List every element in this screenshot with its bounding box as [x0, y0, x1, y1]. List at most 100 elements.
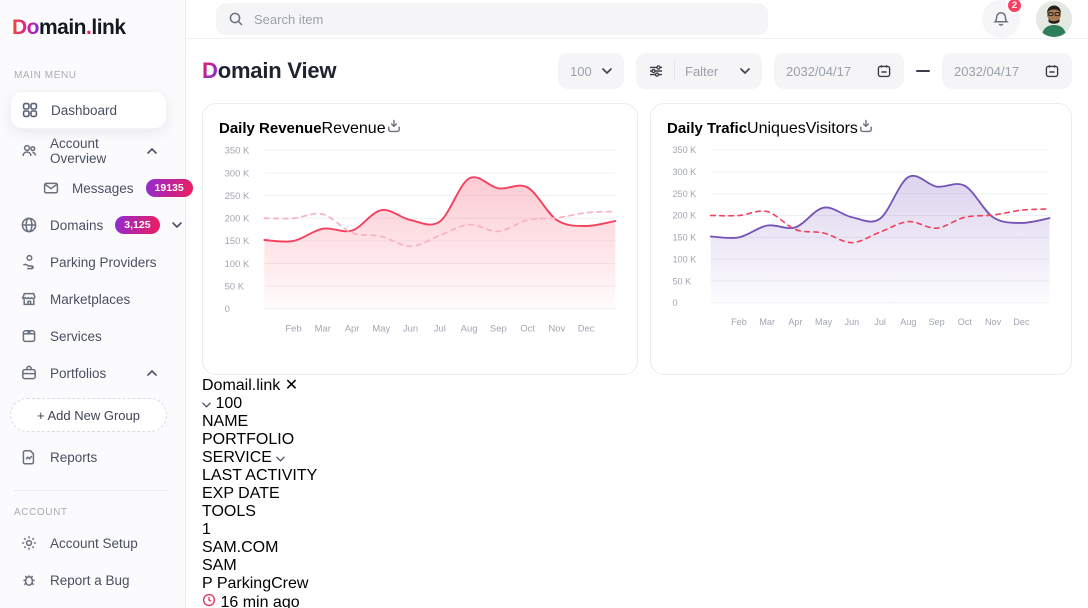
svg-text:Feb: Feb: [285, 322, 301, 333]
user-avatar[interactable]: [1036, 1, 1072, 37]
svg-text:100 K: 100 K: [672, 254, 696, 264]
storefront-icon: [20, 290, 38, 308]
page-title-accent: D: [202, 58, 218, 83]
svg-text:Oct: Oct: [520, 322, 535, 333]
svg-text:Nov: Nov: [548, 322, 565, 333]
svg-text:Aug: Aug: [461, 322, 478, 333]
table-row[interactable]: 1 SAM.COM SAM P ParkingCrew 16 min ago O…: [202, 521, 1072, 608]
filter-chip[interactable]: Domail.link ✕: [202, 375, 1072, 395]
notification-count-badge: 2: [1006, 0, 1023, 14]
sidebar-item-label: Account Overview: [50, 136, 135, 166]
svg-text:Sep: Sep: [929, 317, 945, 327]
chevron-down-icon: [172, 222, 182, 228]
bell-icon: [992, 10, 1010, 28]
sidebar-item-reports[interactable]: Reports: [10, 442, 167, 472]
chart-legend: UniquesVisitors: [747, 120, 858, 138]
sidebar-item-services[interactable]: Services: [10, 321, 167, 351]
sidebar-divider: [14, 490, 169, 491]
sidebar-item-label: Account Setup: [50, 536, 138, 551]
download-button[interactable]: [858, 118, 874, 139]
sidebar-item-messages[interactable]: Messages 19135: [32, 173, 167, 203]
topbar: 2: [186, 0, 1088, 39]
page-head: Domain View 100 Falter: [202, 53, 1072, 89]
chevron-down-icon: [276, 456, 285, 462]
topbar-actions: 2: [982, 0, 1072, 38]
page-size-select[interactable]: 100: [558, 53, 624, 89]
add-new-group-button[interactable]: + Add New Group: [10, 398, 167, 432]
search-input[interactable]: [254, 12, 756, 27]
svg-text:150 K: 150 K: [225, 235, 250, 246]
sidebar-item-label: Services: [50, 329, 102, 344]
svg-text:Apr: Apr: [345, 322, 360, 333]
logo-mid: main: [39, 16, 86, 39]
sidebar-item-domains[interactable]: Domains 3,125: [10, 210, 167, 240]
chevron-down-icon: [602, 68, 612, 74]
col-service-label: SERVICE: [202, 449, 272, 466]
date-from-picker[interactable]: 2032/04/17: [774, 53, 904, 89]
col-service[interactable]: SERVICE: [202, 449, 1072, 467]
col-last-activity[interactable]: LAST ACTIVITY: [202, 467, 1072, 485]
sidebar-item-label: Reports: [50, 450, 97, 465]
download-button[interactable]: [386, 118, 402, 139]
page-title-rest: omain View: [218, 58, 337, 83]
sidebar-item-report-bug[interactable]: Report a Bug: [10, 565, 167, 595]
sidebar-item-label: Marketplaces: [50, 292, 130, 307]
date-from-value: 2032/04/17: [786, 64, 851, 79]
charts-row: Daily Revenue Revenue 350 K300 K250 K200…: [202, 103, 1072, 375]
service-name: ParkingCrew: [217, 575, 309, 592]
legend-item: Revenue: [322, 120, 386, 137]
service-initial-badge: P: [202, 575, 212, 592]
svg-text:350 K: 350 K: [672, 145, 696, 155]
table-header: 100 NAME PORTFOLIO SERVICE LAST ACTIVITY…: [202, 395, 1072, 521]
search-icon: [228, 11, 244, 27]
svg-text:Oct: Oct: [958, 317, 973, 327]
svg-text:Apr: Apr: [788, 317, 802, 327]
sidebar-item-portfolios[interactable]: Portfolios: [10, 358, 167, 388]
row-number: 1: [202, 521, 1072, 539]
sidebar-item-dashboard[interactable]: Dashboard: [10, 91, 167, 129]
globe-icon: [20, 216, 38, 234]
svg-text:Jun: Jun: [403, 322, 418, 333]
svg-text:50 K: 50 K: [672, 276, 691, 286]
col-name[interactable]: NAME: [202, 413, 1072, 431]
divider: [674, 61, 675, 81]
legend-item: Visitors: [806, 120, 858, 137]
box-icon: [20, 327, 38, 345]
svg-text:100 K: 100 K: [225, 258, 250, 269]
brand-logo[interactable]: Domain.link: [0, 16, 185, 40]
sidebar-item-parking-providers[interactable]: Parking Providers: [10, 247, 167, 277]
sidebar-item-label: Dashboard: [51, 103, 117, 118]
svg-text:300 K: 300 K: [225, 167, 250, 178]
page-title: Domain View: [202, 58, 336, 84]
sidebar-item-label: Parking Providers: [50, 255, 157, 270]
dashboard-icon: [21, 101, 39, 119]
col-exp-date[interactable]: EXP DATE: [202, 485, 1072, 503]
daily-revenue-chart: 350 K300 K250 K200 K150 K100 K50 K0FebMa…: [219, 139, 621, 344]
sidebar-item-marketplaces[interactable]: Marketplaces: [10, 284, 167, 314]
svg-text:150 K: 150 K: [672, 233, 696, 243]
date-to-picker[interactable]: 2032/04/17: [942, 53, 1072, 89]
logo-prefix: Do: [12, 16, 39, 39]
col-portfolio[interactable]: PORTFOLIO: [202, 431, 1072, 449]
svg-text:300 K: 300 K: [672, 167, 696, 177]
svg-text:250 K: 250 K: [672, 189, 696, 199]
table-count-control[interactable]: 100: [202, 395, 1072, 413]
sidebar-item-account-overview[interactable]: Account Overview: [10, 136, 167, 166]
account-section-label: ACCOUNT: [0, 507, 185, 518]
remove-filter-icon[interactable]: ✕: [285, 377, 298, 394]
notifications-button[interactable]: 2: [982, 0, 1020, 38]
users-icon: [20, 142, 38, 160]
calendar-icon: [1044, 63, 1060, 79]
search-bar[interactable]: [216, 3, 768, 35]
content: Domain View 100 Falter: [186, 39, 1088, 608]
svg-text:200 K: 200 K: [225, 213, 250, 224]
chart-title: Daily Trafic: [667, 120, 747, 137]
daily-revenue-card: Daily Revenue Revenue 350 K300 K250 K200…: [202, 103, 638, 375]
domains-count-badge: 3,125: [115, 216, 159, 234]
legend-item: Uniques: [747, 120, 806, 137]
sidebar-item-label: Messages: [72, 181, 134, 196]
head-controls: 100 Falter 2032/04/17: [558, 53, 1072, 89]
filter-dropdown[interactable]: Falter: [636, 53, 762, 89]
bug-icon: [20, 571, 38, 589]
sidebar-item-account-setup[interactable]: Account Setup: [10, 528, 167, 558]
